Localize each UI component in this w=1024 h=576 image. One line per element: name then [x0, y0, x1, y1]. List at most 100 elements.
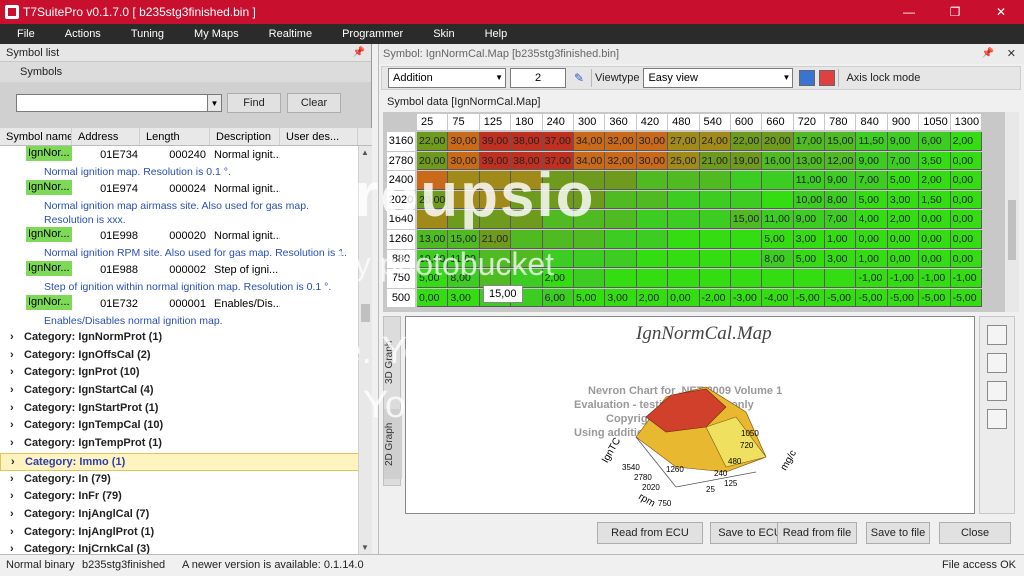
map-cell[interactable] [573, 269, 606, 288]
map-cell[interactable]: 1,50 [919, 190, 951, 210]
map-cell[interactable]: 9,00 [887, 132, 920, 151]
map-cell[interactable]: 0,00 [950, 151, 983, 171]
map-cell[interactable]: 0,00 [950, 171, 983, 190]
map-cell[interactable]: 0,00 [919, 249, 951, 269]
map-cell[interactable] [573, 249, 606, 269]
map-cell[interactable]: 3,00 [605, 288, 637, 308]
copy-map-icon[interactable] [799, 70, 816, 86]
map-cell[interactable] [668, 249, 700, 269]
category-row[interactable]: › Category: InjCrnkCal (3) [0, 541, 372, 554]
map-cell[interactable]: 19,00 [730, 151, 763, 171]
map-cell[interactable]: 7,00 [856, 171, 888, 190]
map-cell[interactable]: 5,00 [793, 249, 826, 269]
rotate-icon[interactable] [987, 381, 1007, 401]
menu-actions[interactable]: Actions [49, 24, 115, 44]
chevron-right-icon[interactable]: › [10, 382, 24, 400]
map-cell[interactable] [793, 269, 826, 288]
map-cell[interactable]: 13,00 [793, 151, 826, 171]
chevron-down-icon[interactable]: ▼ [208, 94, 222, 112]
zoom-out-icon[interactable] [987, 353, 1007, 373]
map-cell[interactable] [699, 171, 731, 190]
map-cell[interactable]: 10,00 [793, 190, 826, 210]
map-cell[interactable]: 11,50 [856, 132, 888, 151]
minimize-button[interactable]: — [886, 0, 932, 24]
category-row[interactable]: › Category: InFr (79) [0, 488, 372, 506]
map-cell[interactable]: 7,00 [825, 210, 857, 229]
map-cell[interactable]: 0,00 [950, 190, 983, 210]
menu-help[interactable]: Help [469, 24, 522, 44]
scrollbar-thumb[interactable] [1008, 200, 1016, 260]
map-cell[interactable]: 0,00 [856, 229, 888, 249]
map-cell[interactable]: 1,00 [825, 229, 857, 249]
map-cell[interactable]: 30,00 [448, 132, 480, 151]
map-cell[interactable]: 11,00 [793, 171, 826, 190]
map-cell[interactable]: 25,00 [668, 151, 700, 171]
map-cell[interactable]: 1,00 [856, 249, 888, 269]
menu-skin[interactable]: Skin [417, 24, 468, 44]
map-cell[interactable]: 9,00 [856, 151, 888, 171]
map-cell[interactable] [573, 229, 606, 249]
map-cell[interactable] [730, 249, 763, 269]
map-cell[interactable]: 9,00 [793, 210, 826, 229]
read-from-ecu-button[interactable]: Read from ECU [597, 522, 703, 544]
menu-realtime[interactable]: Realtime [253, 24, 326, 44]
map-cell[interactable]: 0,00 [887, 249, 920, 269]
pin-icon[interactable]: 📌 [982, 44, 994, 64]
map-cell[interactable]: 3,00 [793, 229, 826, 249]
map-cell[interactable]: 34,00 [573, 132, 606, 151]
chevron-right-icon[interactable]: › [10, 400, 24, 418]
map-cell[interactable] [699, 249, 731, 269]
find-button[interactable]: Find [227, 93, 281, 113]
map-cell[interactable]: -1,00 [856, 269, 888, 288]
category-row[interactable]: › Category: IgnTempCal (10) [0, 417, 372, 435]
map-cell[interactable]: 22,00 [730, 132, 763, 151]
chevron-right-icon[interactable]: › [10, 541, 24, 554]
map-cell[interactable] [730, 269, 763, 288]
map-cell[interactable]: 30,00 [636, 151, 669, 171]
map-cell[interactable]: 0,00 [950, 210, 983, 229]
map-cell[interactable]: 12,00 [825, 151, 857, 171]
map-cell[interactable]: 5,00 [573, 288, 606, 308]
map-cell[interactable] [636, 210, 669, 229]
map-cell[interactable]: 24,00 [699, 132, 731, 151]
menu-tuning[interactable]: Tuning [115, 24, 178, 44]
category-row[interactable]: › Category: IgnStartProt (1) [0, 400, 372, 418]
map-cell[interactable]: 3,00 [448, 288, 480, 308]
wrench-icon[interactable]: ✎ [570, 69, 588, 87]
clear-button[interactable]: Clear [287, 93, 341, 113]
map-cell[interactable]: 32,00 [605, 132, 637, 151]
category-row[interactable]: › Category: IgnTempProt (1) [0, 435, 372, 453]
chevron-right-icon[interactable]: › [10, 364, 24, 382]
map-cell[interactable]: -5,00 [919, 288, 951, 308]
map-cell[interactable] [825, 269, 857, 288]
map-cell[interactable]: 3,00 [887, 190, 920, 210]
map-cell[interactable]: 2,00 [887, 210, 920, 229]
map-cell[interactable]: 11,00 [762, 210, 794, 229]
map-cell[interactable]: 0,00 [919, 229, 951, 249]
map-cell[interactable]: 0,00 [887, 229, 920, 249]
symbol-row[interactable]: IgnNor... 01E988 000002 Step of igni... [0, 261, 372, 279]
map-cell[interactable]: 8,00 [825, 190, 857, 210]
search-input[interactable] [16, 94, 208, 112]
map-cell[interactable]: 32,00 [605, 151, 637, 171]
close-icon[interactable]: ✕ [1007, 44, 1016, 64]
map-cell[interactable]: 8,00 [762, 249, 794, 269]
zoom-in-icon[interactable] [987, 325, 1007, 345]
map-cell[interactable]: 0,00 [417, 288, 449, 308]
axis-lock-label[interactable]: Axis lock mode [846, 72, 920, 84]
column-address[interactable]: Address [72, 128, 140, 145]
map-cell[interactable] [668, 269, 700, 288]
map-cell[interactable] [730, 190, 763, 210]
chevron-right-icon[interactable]: › [10, 329, 24, 347]
map-cell[interactable]: -1,00 [919, 269, 951, 288]
map-cell[interactable]: -5,00 [825, 288, 857, 308]
map-cell[interactable]: 37,00 [542, 132, 574, 151]
map-cell[interactable]: 38,00 [511, 132, 543, 151]
map-cell[interactable] [636, 249, 669, 269]
scrollbar-thumb[interactable] [361, 304, 370, 322]
map-cell[interactable] [762, 171, 794, 190]
category-row[interactable]: › Category: IgnStartCal (4) [0, 382, 372, 400]
tab-symbols[interactable]: Symbols [0, 62, 371, 82]
map-cell[interactable] [762, 269, 794, 288]
map-cell[interactable] [730, 229, 763, 249]
